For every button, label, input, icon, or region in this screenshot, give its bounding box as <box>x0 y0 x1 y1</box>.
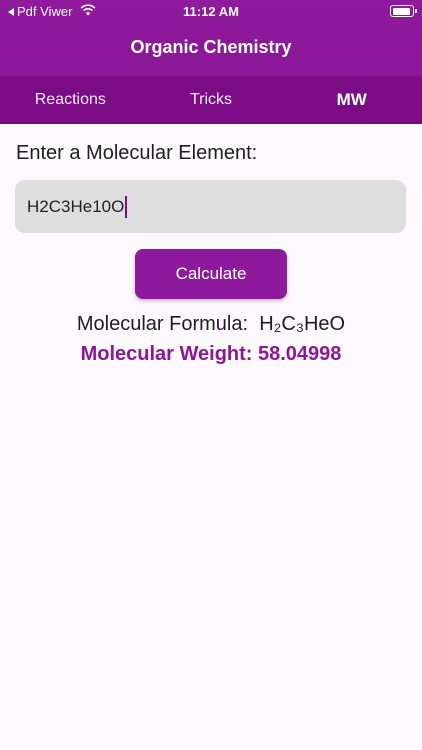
tab-mw[interactable]: MW <box>281 76 422 124</box>
battery-icon <box>390 5 417 17</box>
molecular-formula-result: Molecular Formula: H₂C₃HeO <box>0 313 422 336</box>
calculate-button[interactable]: Calculate <box>135 249 287 299</box>
input-prompt-label: Enter a Molecular Element: <box>16 142 258 164</box>
tab-tricks[interactable]: Tricks <box>141 76 282 124</box>
formula-label: Molecular Formula: <box>76 313 249 335</box>
molecular-weight-result: Molecular Weight: 58.04998 <box>80 343 342 365</box>
app-header: Pdf Viwer 11:12 AM Organic Chemistry <box>0 0 422 76</box>
molecular-element-input[interactable]: H2C3He10O <box>15 180 406 233</box>
status-bar: Pdf Viwer 11:12 AM <box>0 0 422 24</box>
tab-bar: Reactions Tricks MW <box>0 76 422 124</box>
text-caret <box>125 195 128 218</box>
formula-value: H₂C₃HeO <box>259 313 346 335</box>
input-value: H2C3He10O <box>27 196 125 216</box>
page-title: Organic Chemistry <box>130 37 292 57</box>
tab-reactions[interactable]: Reactions <box>0 76 141 124</box>
status-time: 11:12 AM <box>183 4 239 19</box>
